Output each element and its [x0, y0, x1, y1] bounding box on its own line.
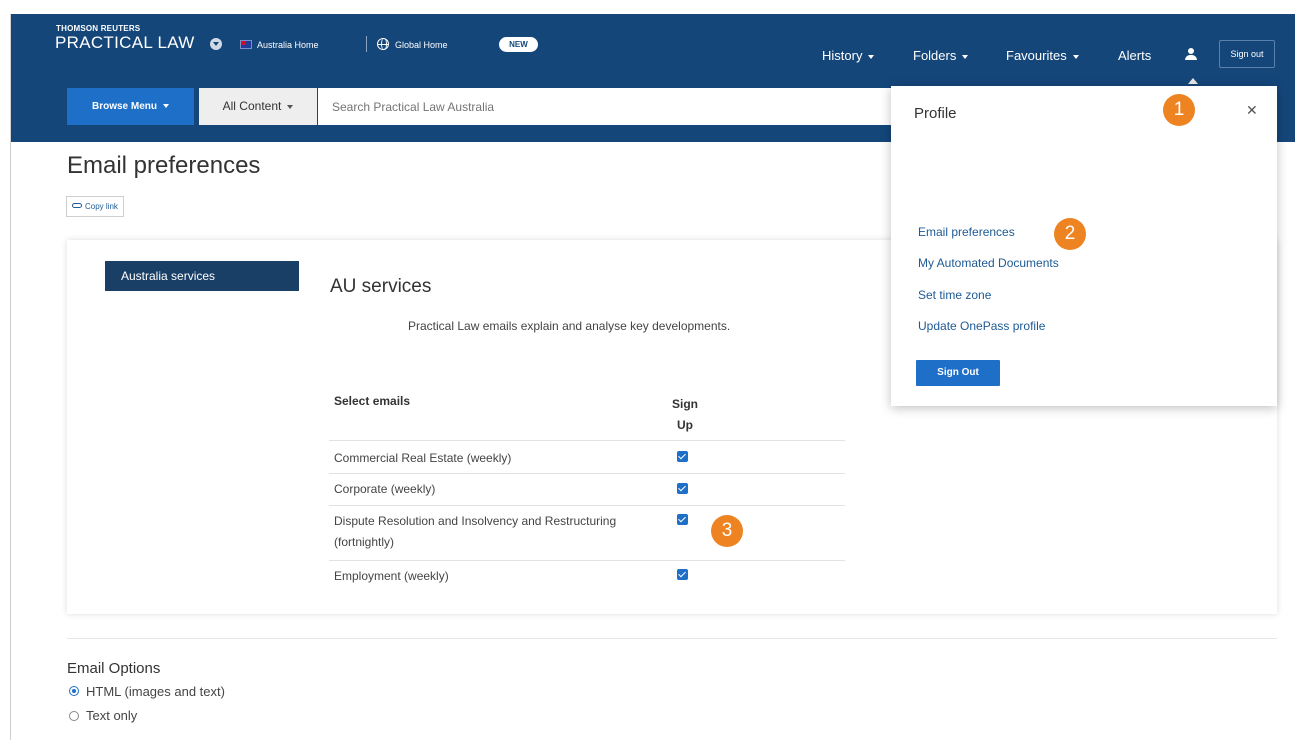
email-row-label: Commercial Real Estate (weekly) [334, 451, 512, 465]
callout-badge-1: 1 [1163, 94, 1195, 126]
close-icon[interactable]: ✕ [1246, 102, 1258, 119]
history-menu[interactable]: History [822, 48, 875, 63]
checkbox-corporate[interactable] [677, 483, 688, 494]
favourites-menu[interactable]: Favourites [1006, 48, 1079, 63]
profile-link-time-zone[interactable]: Set time zone [918, 288, 991, 302]
checkbox-dispute-resolution[interactable] [677, 514, 688, 525]
chevron-down-icon [287, 104, 294, 109]
table-divider [329, 505, 845, 506]
brand-logo-text[interactable]: PRACTICAL LAW [55, 33, 195, 53]
email-row-label: Dispute Resolution and Insolvency and Re… [334, 514, 617, 549]
profile-pointer [1188, 78, 1198, 84]
chevron-down-icon [962, 54, 969, 59]
chevron-down-icon [1072, 54, 1079, 59]
table-divider [329, 440, 845, 441]
window-top-margin [0, 0, 1295, 14]
radio-text-only[interactable] [69, 711, 79, 721]
profile-dropdown [891, 86, 1277, 406]
browse-menu-button[interactable]: Browse Menu [67, 88, 194, 125]
australia-flag-icon [240, 40, 252, 49]
header-sign-out-button[interactable]: Sign out [1219, 40, 1275, 68]
table-divider [329, 473, 845, 474]
chevron-down-icon [868, 54, 875, 59]
profile-sign-out-button[interactable]: Sign Out [916, 360, 1000, 386]
chevron-down-icon [163, 104, 169, 109]
checkbox-employment[interactable] [677, 569, 688, 580]
email-options-title: Email Options [67, 660, 161, 677]
checkbox-commercial-real-estate[interactable] [677, 451, 688, 462]
browse-menu-label: Browse Menu [91, 101, 157, 112]
profile-link-email-preferences[interactable]: Email preferences [918, 225, 1015, 239]
email-row-label: Corporate (weekly) [334, 482, 436, 496]
history-label: History [822, 48, 863, 63]
radio-html[interactable] [69, 686, 79, 696]
brand-company: THOMSON REUTERS [56, 24, 141, 33]
radio-html-label[interactable]: HTML (images and text) [86, 684, 225, 699]
services-heading: AU services [330, 276, 432, 297]
user-icon[interactable] [1185, 48, 1197, 60]
section-divider [67, 638, 1277, 639]
callout-badge-2: 2 [1054, 218, 1086, 250]
folders-menu[interactable]: Folders [913, 48, 969, 63]
chevron-down-icon[interactable] [210, 38, 222, 50]
column-header-sign-up: Sign Up [672, 397, 698, 432]
content-scope-dropdown[interactable]: All Content [199, 88, 317, 125]
copy-link-button[interactable]: Copy link [66, 196, 124, 217]
header-divider [366, 36, 367, 52]
favourites-label: Favourites [1006, 48, 1067, 63]
email-row-label: Employment (weekly) [334, 569, 449, 583]
profile-title: Profile [914, 105, 957, 122]
services-description: Practical Law emails explain and analyse… [408, 319, 731, 333]
link-icon [72, 203, 82, 209]
callout-badge-3: 3 [711, 515, 743, 547]
content-scope-label: All Content [222, 99, 282, 113]
global-home-link[interactable]: Global Home [395, 40, 448, 50]
globe-icon [377, 38, 389, 50]
alerts-link[interactable]: Alerts [1118, 48, 1151, 63]
australia-home-link[interactable]: Australia Home [257, 40, 319, 50]
page-title: Email preferences [67, 152, 261, 179]
folders-label: Folders [913, 48, 957, 63]
table-divider [329, 560, 845, 561]
search-input[interactable] [318, 88, 894, 125]
tab-australia-services[interactable]: Australia services [105, 261, 299, 291]
profile-link-onepass[interactable]: Update OnePass profile [918, 319, 1045, 333]
copy-link-label: Copy link [85, 202, 118, 211]
column-header-select: Select emails [334, 394, 411, 408]
profile-link-automated-documents[interactable]: My Automated Documents [918, 256, 1059, 270]
radio-text-only-label[interactable]: Text only [86, 708, 137, 723]
new-badge: NEW [499, 37, 538, 52]
